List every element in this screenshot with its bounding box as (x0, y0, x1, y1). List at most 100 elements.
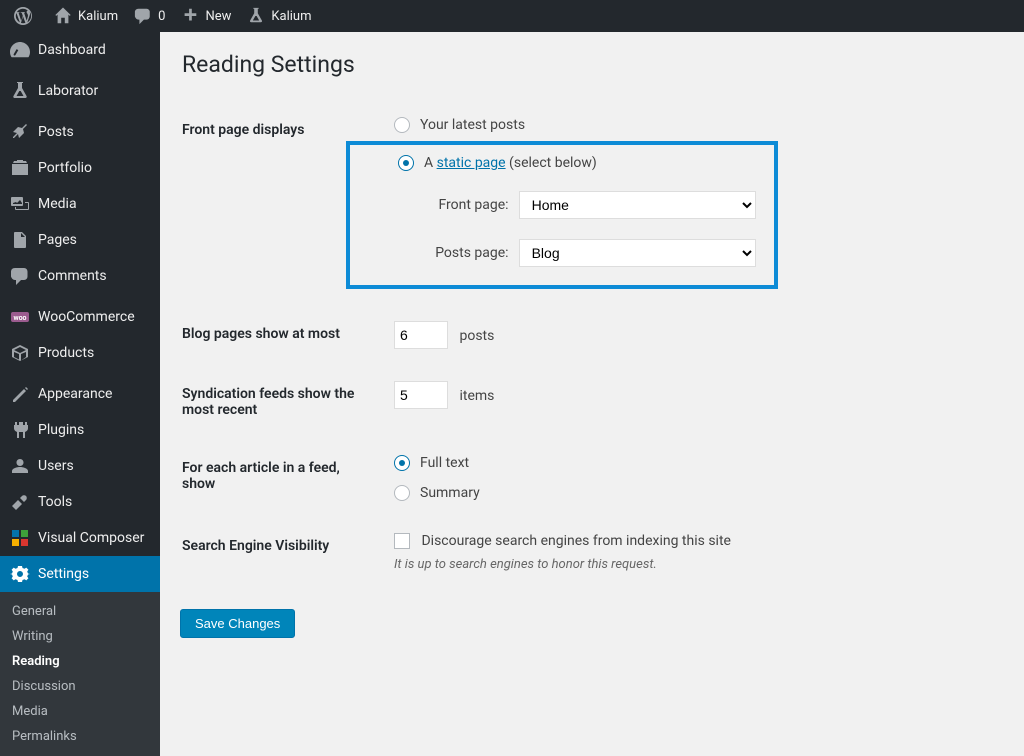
menu-label: Products (38, 345, 94, 361)
users-icon (10, 456, 30, 476)
radio-full-text[interactable] (394, 455, 410, 471)
settings-icon (10, 564, 30, 584)
radio-static-page[interactable] (398, 155, 414, 171)
menu-tools[interactable]: Tools (0, 484, 160, 520)
static-page-highlight: A static page (select below) Front page:… (346, 141, 778, 289)
sev-checkbox-wrapper[interactable]: Discourage search engines from indexing … (394, 533, 731, 549)
site-name: Kalium (78, 9, 118, 24)
menu-posts[interactable]: Posts (0, 114, 160, 150)
content-area: Reading Settings Front page displays You… (160, 32, 1024, 707)
kalium-label: Kalium (271, 9, 311, 24)
menu-label: Pages (38, 232, 77, 248)
radio-static-page-label[interactable]: A static page (select below) (424, 155, 597, 171)
checkbox-sev[interactable] (394, 533, 410, 549)
menu-plugins[interactable]: Plugins (0, 412, 160, 448)
plus-icon (181, 7, 199, 25)
input-syndication[interactable] (394, 381, 448, 409)
kalium-link[interactable]: Kalium (239, 0, 319, 32)
menu-label: Users (38, 458, 74, 474)
static-page-link[interactable]: static page (437, 155, 506, 171)
submenu-media[interactable]: Media (0, 699, 160, 724)
radio-latest-posts-label[interactable]: Your latest posts (420, 117, 525, 133)
menu-label: WooCommerce (38, 309, 135, 325)
label-feed-show: For each article in a feed, show (182, 440, 382, 516)
sev-checkbox-label: Discourage search engines from indexing … (421, 533, 730, 549)
appearance-icon (10, 384, 30, 404)
menu-label: Comments (38, 268, 107, 284)
radio-summary-label[interactable]: Summary (420, 485, 480, 501)
label-blog-pages: Blog pages show at most (182, 306, 382, 364)
dashboard-icon (10, 40, 30, 60)
syndication-unit: items (459, 388, 494, 404)
posts-page-select-label: Posts page: (408, 245, 509, 261)
portfolio-icon (10, 158, 30, 178)
menu-visual-composer[interactable]: Visual Composer (0, 520, 160, 556)
new-label: New (205, 9, 231, 24)
settings-submenu: General Writing Reading Discussion Media… (0, 592, 160, 756)
sev-description: It is up to search engines to honor this… (394, 557, 992, 572)
wp-logo[interactable] (6, 0, 46, 32)
admin-menu: Dashboard Laborator Posts Portfolio Medi… (0, 32, 160, 707)
flask-icon (247, 7, 265, 25)
menu-label: Plugins (38, 422, 84, 438)
blog-pages-unit: posts (459, 328, 494, 344)
menu-users[interactable]: Users (0, 448, 160, 484)
comments-count: 0 (158, 9, 165, 24)
submenu-permalinks[interactable]: Permalinks (0, 724, 160, 749)
wordpress-icon (14, 7, 32, 25)
menu-dashboard[interactable]: Dashboard (0, 32, 160, 68)
menu-label: Tools (38, 494, 72, 510)
radio-summary[interactable] (394, 485, 410, 501)
woocommerce-icon: woo (10, 307, 30, 327)
flask-icon (10, 81, 30, 101)
media-icon (10, 194, 30, 214)
static-suffix: (select below) (506, 155, 597, 171)
menu-pages[interactable]: Pages (0, 222, 160, 258)
comment-icon (134, 7, 152, 25)
submenu-reading[interactable]: Reading (0, 649, 160, 674)
menu-label: Posts (38, 124, 74, 140)
menu-label: Visual Composer (38, 530, 144, 546)
new-content-link[interactable]: New (173, 0, 239, 32)
page-title: Reading Settings (182, 51, 1004, 78)
menu-label: Settings (38, 566, 89, 582)
menu-appearance[interactable]: Appearance (0, 376, 160, 412)
menu-label: Appearance (38, 386, 112, 402)
site-home-link[interactable]: Kalium (46, 0, 126, 32)
menu-label: Laborator (38, 83, 98, 99)
front-page-select-label: Front page: (408, 197, 509, 213)
comments-icon (10, 266, 30, 286)
menu-settings[interactable]: Settings (0, 556, 160, 592)
menu-portfolio[interactable]: Portfolio (0, 150, 160, 186)
pin-icon (10, 122, 30, 142)
comments-link[interactable]: 0 (126, 0, 173, 32)
menu-comments[interactable]: Comments (0, 258, 160, 294)
label-syndication: Syndication feeds show the most recent (182, 366, 382, 438)
products-icon (10, 343, 30, 363)
pages-icon (10, 230, 30, 250)
label-sev: Search Engine Visibility (182, 518, 382, 587)
menu-products[interactable]: Products (0, 335, 160, 371)
radio-full-text-label[interactable]: Full text (420, 455, 469, 471)
menu-woocommerce[interactable]: woo WooCommerce (0, 299, 160, 335)
submenu-writing[interactable]: Writing (0, 624, 160, 649)
menu-label: Dashboard (38, 42, 106, 58)
save-changes-button[interactable]: Save Changes (180, 609, 295, 638)
plugins-icon (10, 420, 30, 440)
admin-bar: Kalium 0 New Kalium (0, 0, 1024, 32)
menu-label: Portfolio (38, 160, 92, 176)
submenu-discussion[interactable]: Discussion (0, 674, 160, 699)
menu-label: Media (38, 196, 77, 212)
home-icon (54, 7, 72, 25)
input-blog-pages[interactable] (394, 321, 448, 349)
menu-laborator[interactable]: Laborator (0, 73, 160, 109)
posts-page-select[interactable]: Blog (519, 239, 756, 267)
visual-composer-icon (10, 528, 30, 548)
front-page-select[interactable]: Home (519, 191, 756, 219)
svg-text:woo: woo (13, 314, 26, 322)
radio-latest-posts[interactable] (394, 117, 410, 133)
menu-media[interactable]: Media (0, 186, 160, 222)
tools-icon (10, 492, 30, 512)
submenu-general[interactable]: General (0, 599, 160, 624)
static-prefix: A (424, 155, 437, 171)
